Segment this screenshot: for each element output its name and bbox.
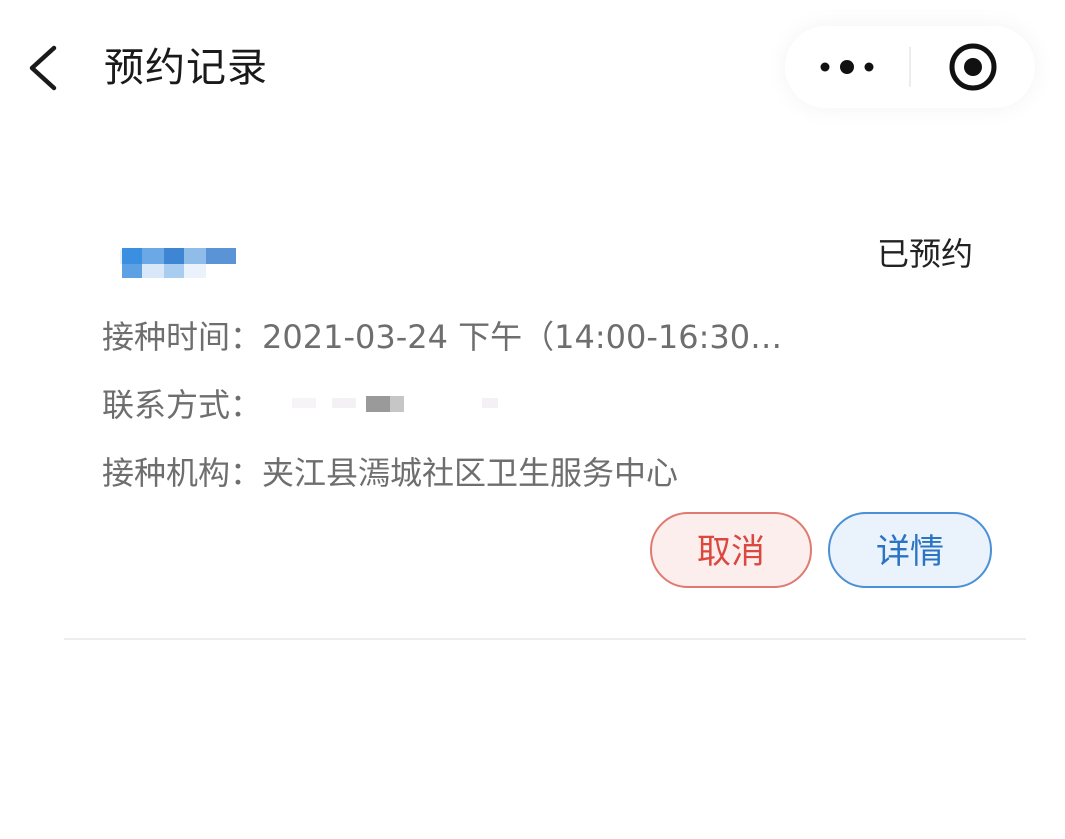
target-close-icon — [949, 43, 997, 91]
contact-label: 联系方式： — [102, 386, 263, 424]
vaccination-time-label: 接种时间： — [102, 318, 263, 356]
redacted-name — [120, 248, 236, 278]
contact-row: 联系方式： — [102, 382, 522, 428]
vaccination-time-value: 2021-03-24 下午（14:00-16:30… — [262, 318, 783, 356]
close-button[interactable] — [911, 26, 1035, 108]
vaccination-time-row: 接种时间：2021-03-24 下午（14:00-16:30… — [102, 314, 782, 360]
detail-button[interactable]: 详情 — [828, 512, 992, 588]
appointment-card: 已预约 接种时间：2021-03-24 下午（14:00-16:30… 联系方式… — [64, 200, 1026, 640]
back-button[interactable] — [22, 42, 68, 94]
appointment-records-screen: 预约记录 已预约 接种时间：2021-03-24 下午（14:00-16:30…… — [0, 0, 1065, 839]
more-dots-icon — [820, 60, 874, 74]
nav-bar: 预约记录 — [0, 0, 1065, 140]
vaccination-org-row: 接种机构：夹江县漹城社区卫生服务中心 — [102, 450, 678, 496]
redacted-contact — [292, 396, 499, 412]
status-badge: 已预约 — [876, 235, 973, 273]
mini-program-capsule — [785, 26, 1035, 108]
vaccination-org-label: 接种机构： — [102, 454, 263, 492]
vaccination-org-value: 夹江县漹城社区卫生服务中心 — [262, 454, 679, 492]
more-button[interactable] — [785, 26, 909, 108]
cancel-button[interactable]: 取消 — [650, 512, 812, 588]
page-title: 预约记录 — [104, 45, 268, 91]
chevron-left-icon — [29, 45, 57, 91]
